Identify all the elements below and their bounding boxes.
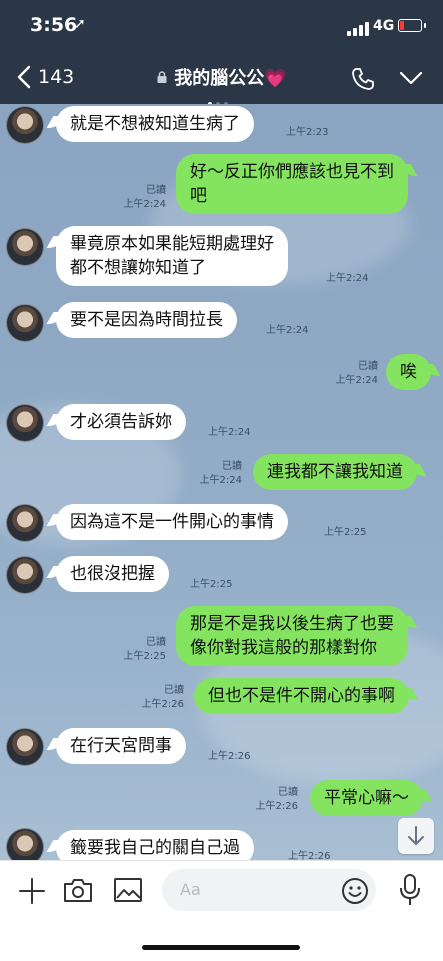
read-receipt: 已讀 <box>278 787 298 798</box>
message-time: 上午2:24 <box>199 475 242 486</box>
avatar[interactable] <box>6 404 44 442</box>
read-receipt: 已讀 <box>146 185 166 196</box>
chat-title[interactable]: 我的腦公公💗 <box>0 64 443 90</box>
plus-icon[interactable] <box>18 877 46 905</box>
read-receipt: 已讀 <box>222 461 242 472</box>
message-time: 上午2:25 <box>324 527 367 538</box>
input-bar: Aa <box>0 860 443 961</box>
scroll-to-bottom-button[interactable] <box>398 818 434 854</box>
status-time: 3:56 <box>30 14 78 36</box>
battery-icon <box>398 19 426 32</box>
avatar[interactable] <box>6 304 44 342</box>
message-time: 上午2:24 <box>266 325 309 336</box>
message-bubble-incoming[interactable]: 畢竟原本如果能短期處理好 都不想讓妳知道了 <box>56 226 288 286</box>
signal-bars-icon <box>347 22 371 36</box>
image-icon[interactable] <box>113 877 143 903</box>
emoji-icon[interactable] <box>341 877 369 905</box>
message-bubble-outgoing[interactable]: 那是不是我以後生病了也要 像你對我這般的那樣對你 <box>176 606 408 666</box>
chevron-down-icon[interactable] <box>398 69 424 87</box>
message-bubble-incoming[interactable]: 也很沒把握 <box>56 556 169 592</box>
message-time: 上午2:26 <box>208 751 251 762</box>
read-receipt: 已讀 <box>358 361 378 372</box>
lock-icon <box>157 71 167 83</box>
message-time: 上午2:24 <box>123 199 166 210</box>
chat-title-text: 我的腦公公💗 <box>174 68 287 89</box>
chat-area[interactable]: 就是不想被知道生病了 上午2:23 已讀 上午2:24 好～反正你們應該也見不到… <box>0 104 443 860</box>
message-bubble-outgoing[interactable]: 但也不是件不開心的事啊 <box>194 678 409 714</box>
avatar[interactable] <box>6 504 44 542</box>
message-bubble-incoming[interactable]: 在行天宮問事 <box>56 728 186 764</box>
location-arrow-icon: ➚ <box>74 16 86 32</box>
read-receipt: 已讀 <box>164 685 184 696</box>
message-time: 上午2:24 <box>326 273 369 284</box>
message-bubble-incoming[interactable]: 因為這不是一件開心的事情 <box>56 504 288 540</box>
camera-icon[interactable] <box>63 877 93 903</box>
message-time: 上午2:25 <box>190 579 233 590</box>
phone-icon[interactable] <box>350 66 376 92</box>
message-input-placeholder: Aa <box>180 880 201 899</box>
home-indicator <box>142 945 300 950</box>
message-bubble-incoming[interactable]: 才必須告訴妳 <box>56 404 186 440</box>
message-bubble-outgoing[interactable]: 好～反正你們應該也見不到 吧 <box>176 154 408 214</box>
arrow-down-icon <box>408 826 424 845</box>
message-time: 上午2:26 <box>255 801 298 812</box>
message-bubble-incoming[interactable]: 就是不想被知道生病了 <box>56 106 254 142</box>
read-receipt: 已讀 <box>146 637 166 648</box>
message-bubble-outgoing[interactable]: 唉 <box>386 354 431 390</box>
message-time: 上午2:26 <box>288 851 331 860</box>
chat-header: 143 我的腦公公💗 <box>0 52 443 106</box>
avatar[interactable] <box>6 728 44 766</box>
microphone-icon[interactable] <box>398 873 422 907</box>
avatar[interactable] <box>6 228 44 266</box>
avatar[interactable] <box>6 106 44 144</box>
avatar[interactable] <box>6 828 44 860</box>
avatar[interactable] <box>6 556 44 594</box>
message-bubble-incoming[interactable]: 要不是因為時間拉長 <box>56 302 237 338</box>
message-bubble-outgoing[interactable]: 連我都不讓我知道 <box>253 454 417 490</box>
network-type: 4G <box>373 18 395 34</box>
message-bubble-incoming[interactable]: 籤要我自己的關自己過 <box>56 830 254 860</box>
message-time: 上午2:24 <box>208 427 251 438</box>
message-time: 上午2:24 <box>335 375 378 386</box>
message-time: 上午2:25 <box>123 651 166 662</box>
status-bar: 3:56 ➚ 4G <box>0 0 443 52</box>
message-bubble-outgoing[interactable]: 平常心嘛～ <box>310 780 423 816</box>
message-time: 上午2:23 <box>286 127 329 138</box>
message-time: 上午2:26 <box>141 699 184 710</box>
